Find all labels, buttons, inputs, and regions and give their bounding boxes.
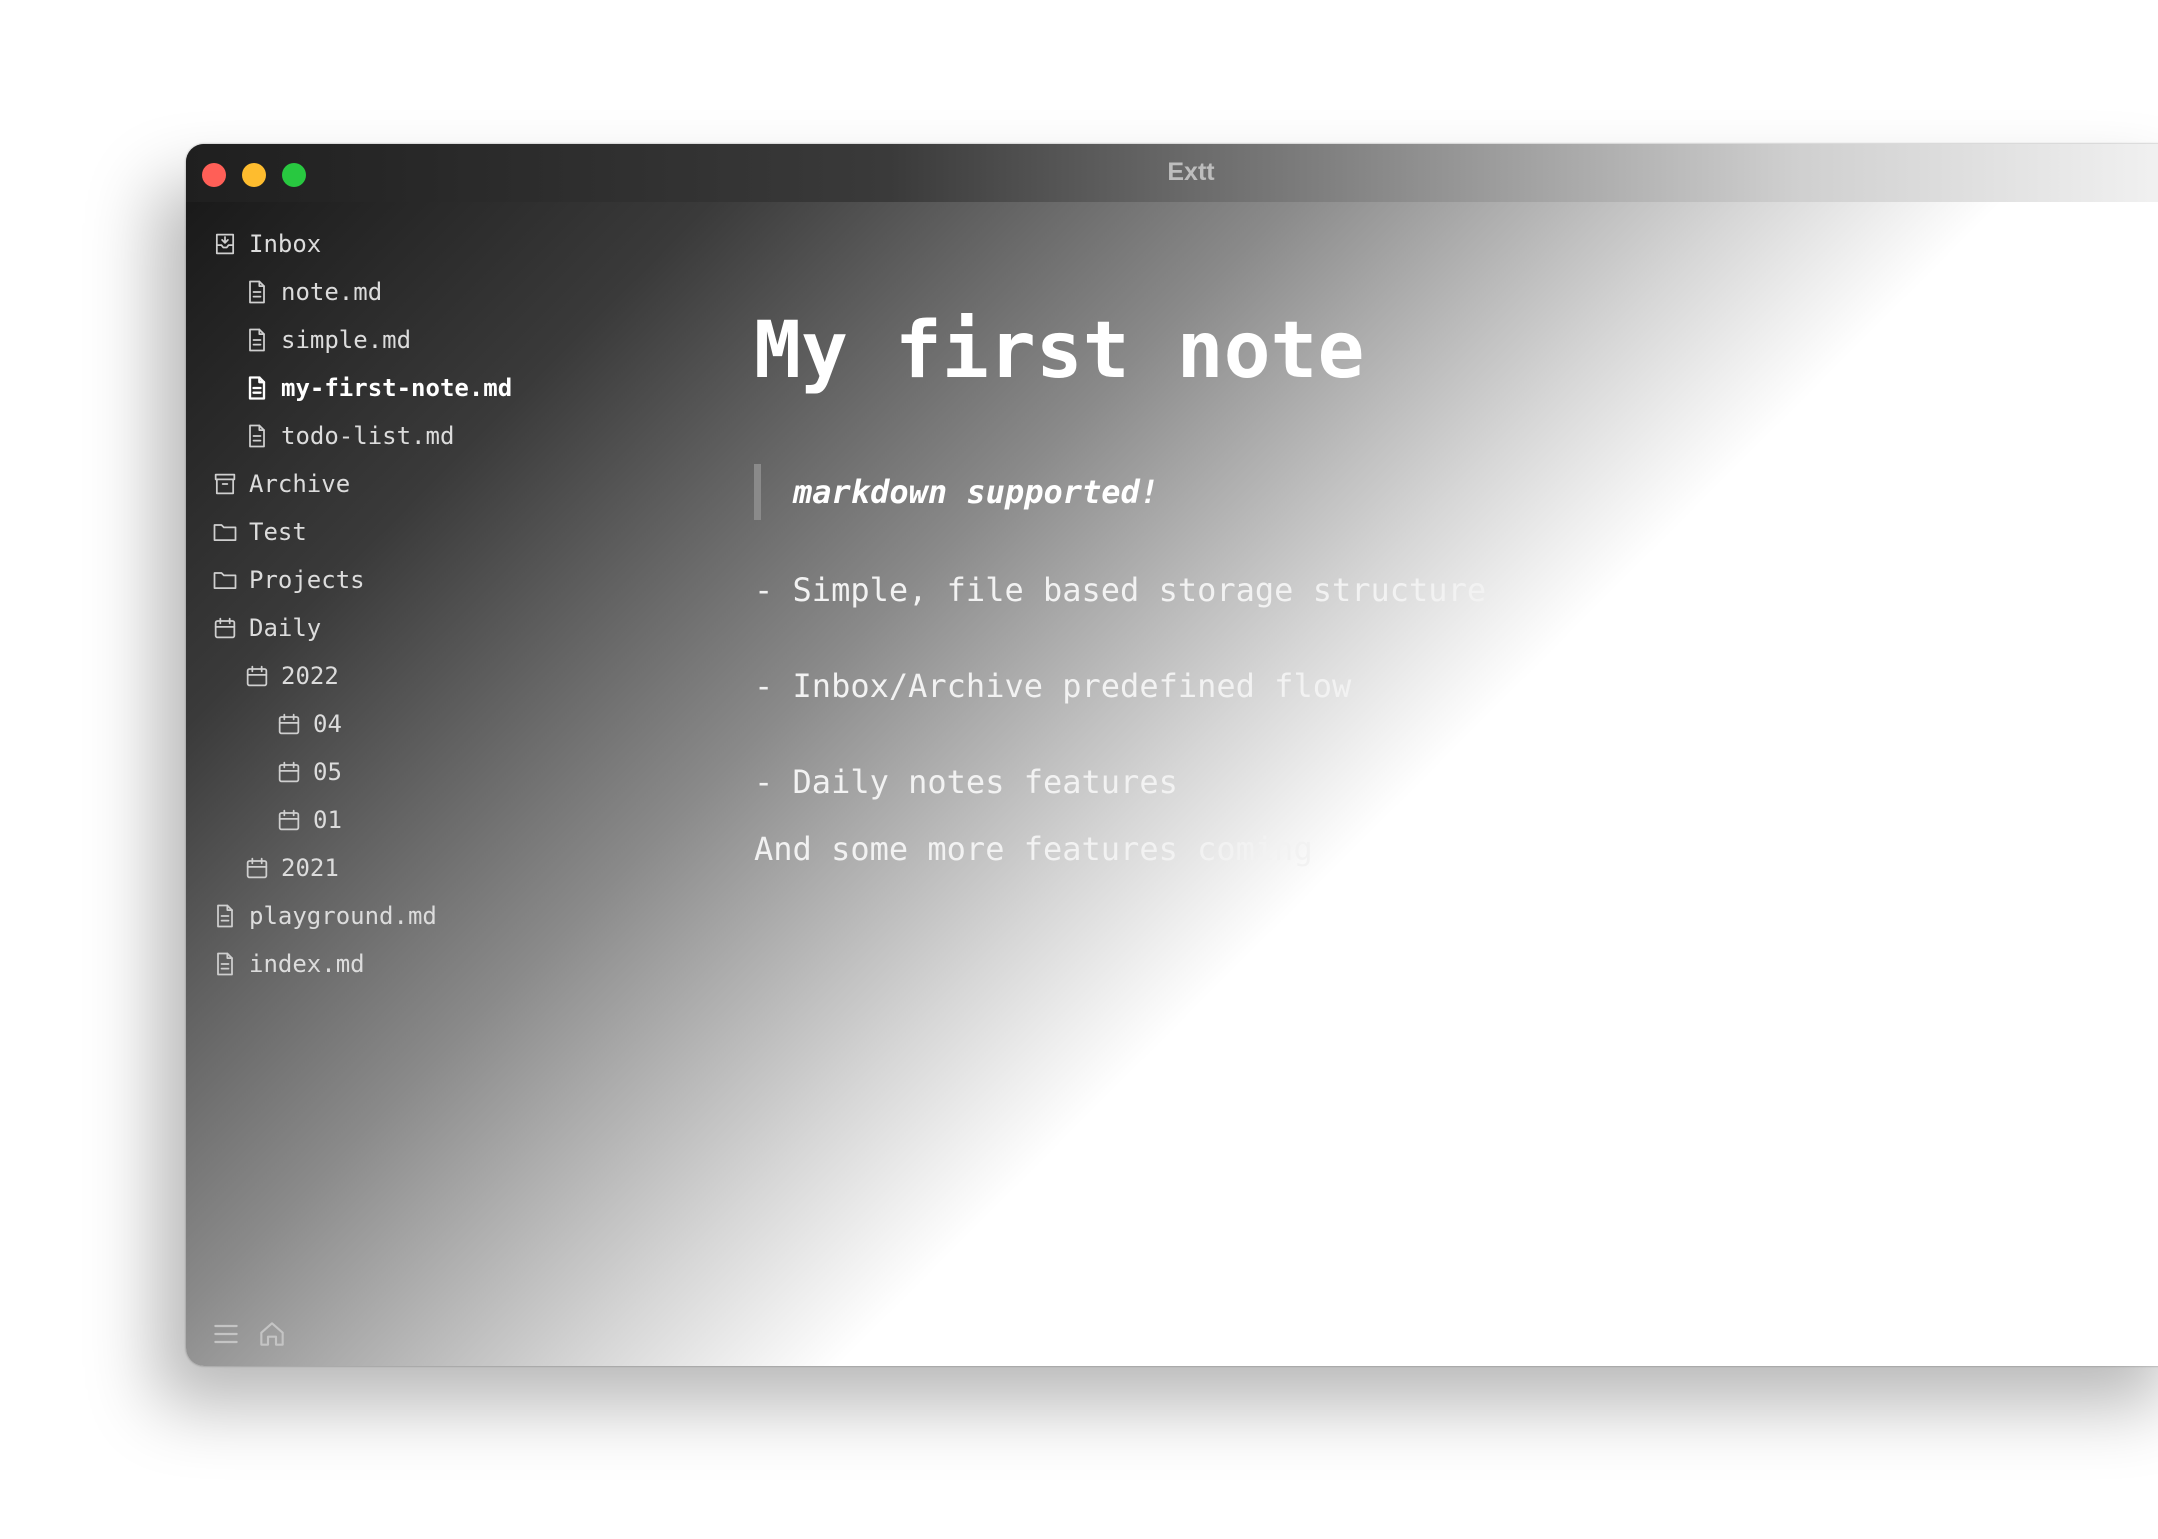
home-icon[interactable] xyxy=(256,1318,288,1350)
closing-paragraph[interactable]: And some more features coming xyxy=(754,830,1313,868)
list-item[interactable]: - Inbox/Archive predefined flow xyxy=(754,638,1486,734)
file-tree: Inbox note.md simple.md my-first-note.md tod… xyxy=(186,220,746,988)
file-icon xyxy=(243,326,271,354)
tree-item[interactable]: Archive xyxy=(186,460,746,508)
blockquote: markdown supported! xyxy=(754,464,1159,520)
tree-item[interactable]: todo-list.md xyxy=(186,412,746,460)
tree-item-label: Projects xyxy=(249,566,365,594)
editor[interactable]: My first note markdown supported! - Simp… xyxy=(754,202,2158,1366)
inbox-icon xyxy=(211,230,239,258)
tree-item-label: 05 xyxy=(313,758,342,786)
archive-icon xyxy=(211,470,239,498)
tree-item-label: todo-list.md xyxy=(281,422,455,450)
tree-item[interactable]: Daily xyxy=(186,604,746,652)
note-title[interactable]: My first note xyxy=(754,312,1364,390)
tree-item-label: 2021 xyxy=(281,854,339,882)
tree-item[interactable]: Inbox xyxy=(186,220,746,268)
tree-item-label: my-first-note.md xyxy=(281,374,513,402)
tree-item-label: Archive xyxy=(249,470,351,498)
tree-item[interactable]: 2021 xyxy=(186,844,746,892)
tree-item-label: simple.md xyxy=(281,326,412,354)
calendar-icon xyxy=(275,758,303,786)
folder-icon xyxy=(211,566,239,594)
tree-item-label: index.md xyxy=(249,950,365,978)
file-icon xyxy=(243,278,271,306)
file-icon xyxy=(211,902,239,930)
file-icon xyxy=(211,950,239,978)
tree-item-label: Test xyxy=(249,518,307,546)
window-title: Extt xyxy=(1167,158,1215,186)
list-item[interactable]: - Daily notes features xyxy=(754,734,1486,830)
tree-item[interactable]: playground.md xyxy=(186,892,746,940)
tree-item[interactable]: Test xyxy=(186,508,746,556)
app-window: Extt Inbox note.md simple.md my-first-note.… xyxy=(186,144,2158,1366)
file-icon xyxy=(243,422,271,450)
quote-text[interactable]: markdown supported! xyxy=(793,473,1159,511)
tree-item-label: 01 xyxy=(313,806,342,834)
title-bar[interactable]: Extt xyxy=(186,144,2158,202)
menu-icon[interactable] xyxy=(210,1318,242,1350)
tree-item-label: playground.md xyxy=(249,902,437,930)
tree-item-label: note.md xyxy=(281,278,383,306)
tree-item[interactable]: 01 xyxy=(186,796,746,844)
calendar-icon xyxy=(275,710,303,738)
tree-item-label: 2022 xyxy=(281,662,339,690)
calendar-icon xyxy=(243,854,271,882)
file-icon xyxy=(243,374,271,402)
list-item[interactable]: - Simple, file based storage structure xyxy=(754,542,1486,638)
tree-item[interactable]: 05 xyxy=(186,748,746,796)
sidebar: Inbox note.md simple.md my-first-note.md tod… xyxy=(186,202,746,1366)
tree-item-label: 04 xyxy=(313,710,342,738)
tree-item[interactable]: index.md xyxy=(186,940,746,988)
tree-item[interactable]: my-first-note.md xyxy=(186,364,746,412)
calendar-icon xyxy=(243,662,271,690)
tree-item[interactable]: note.md xyxy=(186,268,746,316)
tree-item[interactable]: 04 xyxy=(186,700,746,748)
tree-item-label: Daily xyxy=(249,614,322,642)
tree-item[interactable]: simple.md xyxy=(186,316,746,364)
bullet-list: - Simple, file based storage structure -… xyxy=(754,542,1486,830)
folder-icon xyxy=(211,518,239,546)
calendar-icon xyxy=(211,614,239,642)
calendar-icon xyxy=(275,806,303,834)
tree-item-label: Inbox xyxy=(249,230,322,258)
tree-item[interactable]: Projects xyxy=(186,556,746,604)
tree-item[interactable]: 2022 xyxy=(186,652,746,700)
